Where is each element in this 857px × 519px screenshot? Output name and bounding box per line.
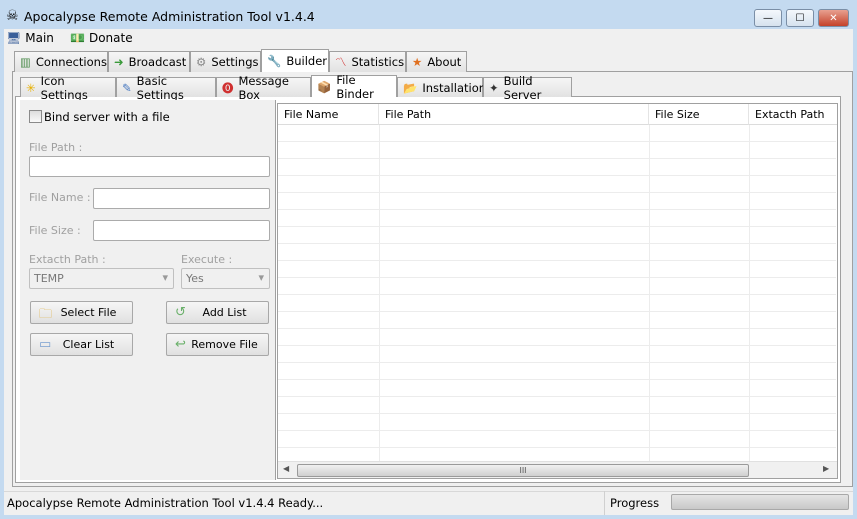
award-icon: ★ <box>412 55 423 69</box>
divider <box>604 491 605 515</box>
execute-select[interactable]: Yes <box>181 268 270 289</box>
gear-icon: ⚙ <box>196 55 207 69</box>
window-title: Apocalypse Remote Administration Tool v1… <box>24 9 315 24</box>
table-row <box>278 125 836 142</box>
extract-path-select[interactable]: TEMP <box>29 268 174 289</box>
column-header-file-size[interactable]: File Size <box>649 104 749 125</box>
menu-item-donate[interactable]: 💵 Donate <box>70 31 133 45</box>
server-icon: ▥ <box>20 55 31 69</box>
money-icon: 💵 <box>70 31 85 45</box>
grid-line <box>649 125 650 461</box>
sparkle-icon: ✳ <box>26 80 36 95</box>
file-name-input[interactable] <box>93 188 270 209</box>
tab-build-server[interactable]: ✦ Build Server <box>483 74 572 102</box>
maximize-button[interactable]: ☐ <box>786 9 814 27</box>
magic-wand-icon: ✦ <box>489 80 499 95</box>
tab-file-binder[interactable]: 📦 File Binder <box>311 73 397 101</box>
wrench-icon: 🔧 <box>267 54 282 68</box>
refresh-icon: ↺ <box>175 305 186 320</box>
table-row <box>278 278 836 295</box>
horizontal-scrollbar[interactable]: ◀ III ▶ <box>278 461 837 478</box>
add-list-button[interactable]: ↺ Add List <box>166 301 269 324</box>
tab-basic-settings[interactable]: ✎ Basic Settings <box>116 74 216 102</box>
grid-line <box>749 125 750 461</box>
table-row <box>278 380 836 397</box>
minimize-button[interactable]: — <box>754 9 782 27</box>
table-row <box>278 346 836 363</box>
table-row <box>278 431 836 448</box>
tab-connections[interactable]: ▥ Connections <box>14 51 108 72</box>
window-icon: ▭ <box>39 337 52 352</box>
undo-icon: ↩ <box>175 337 186 352</box>
edit-form-icon: ✎ <box>122 80 132 95</box>
table-row <box>278 397 836 414</box>
table-row <box>278 159 836 176</box>
table-row <box>278 414 836 431</box>
tab-statistics[interactable]: 〽 Statistics <box>329 51 406 72</box>
select-file-button[interactable]: 🗀 Select File <box>30 301 133 324</box>
column-header-file-name[interactable]: File Name <box>278 104 379 125</box>
package-icon: 📦 <box>317 79 332 94</box>
table-row <box>278 244 836 261</box>
menu-item-main[interactable]: 🖥 Main <box>6 31 54 45</box>
execute-label: Execute : <box>181 253 233 266</box>
tab-builder[interactable]: 🔧 Builder <box>261 49 329 72</box>
app-icon: ☠ <box>6 8 19 24</box>
file-size-label: File Size : <box>29 224 81 237</box>
table-row <box>278 363 836 380</box>
broadcast-icon: ➜ <box>114 55 124 69</box>
tab-settings[interactable]: ⚙ Settings <box>190 51 261 72</box>
file-name-label: File Name : <box>29 191 91 204</box>
progress-bar <box>671 494 849 510</box>
tab-about[interactable]: ★ About <box>406 51 467 72</box>
table-row <box>278 193 836 210</box>
open-file-icon: 🗀 <box>39 307 53 322</box>
bind-server-checkbox[interactable] <box>29 110 42 123</box>
progress-label: Progress <box>610 496 660 510</box>
table-row <box>278 210 836 227</box>
bind-server-label: Bind server with a file <box>44 110 170 124</box>
file-list-grid[interactable]: File Name File Path File Size Extacth Pa… <box>277 103 838 479</box>
scroll-thumb[interactable]: III <box>297 464 749 477</box>
file-path-input[interactable] <box>29 156 270 177</box>
column-header-file-path[interactable]: File Path <box>379 104 649 125</box>
file-size-input[interactable] <box>93 220 270 241</box>
table-row <box>278 312 836 329</box>
close-button[interactable]: ✕ <box>818 9 849 27</box>
grid-line <box>379 125 380 461</box>
extract-path-label: Extacth Path : <box>29 253 106 266</box>
status-text: Apocalypse Remote Administration Tool v1… <box>7 496 324 510</box>
tab-installation[interactable]: 📂 Installation <box>397 77 486 97</box>
scroll-right-arrow-icon[interactable]: ▶ <box>823 464 829 473</box>
scroll-left-arrow-icon[interactable]: ◀ <box>283 464 289 473</box>
table-row <box>278 227 836 244</box>
table-row <box>278 142 836 159</box>
table-row <box>278 261 836 278</box>
tab-message-box[interactable]: ⓿ Message Box <box>216 74 311 102</box>
tab-icon-settings[interactable]: ✳ Icon Settings <box>20 74 116 102</box>
folder-icon: 📂 <box>403 80 418 95</box>
clear-list-button[interactable]: ▭ Clear List <box>30 333 133 356</box>
file-path-label: File Path : <box>29 141 83 154</box>
chart-icon: 〽 <box>335 55 347 69</box>
remove-file-button[interactable]: ↩ Remove File <box>166 333 269 356</box>
table-row <box>278 176 836 193</box>
table-row <box>278 295 836 312</box>
monitor-icon: 🖥 <box>6 31 22 45</box>
alert-icon: ⓿ <box>222 80 234 95</box>
column-header-extract-path[interactable]: Extacth Path <box>749 104 837 125</box>
tab-broadcast[interactable]: ➜ Broadcast <box>108 51 190 72</box>
table-row <box>278 329 836 346</box>
